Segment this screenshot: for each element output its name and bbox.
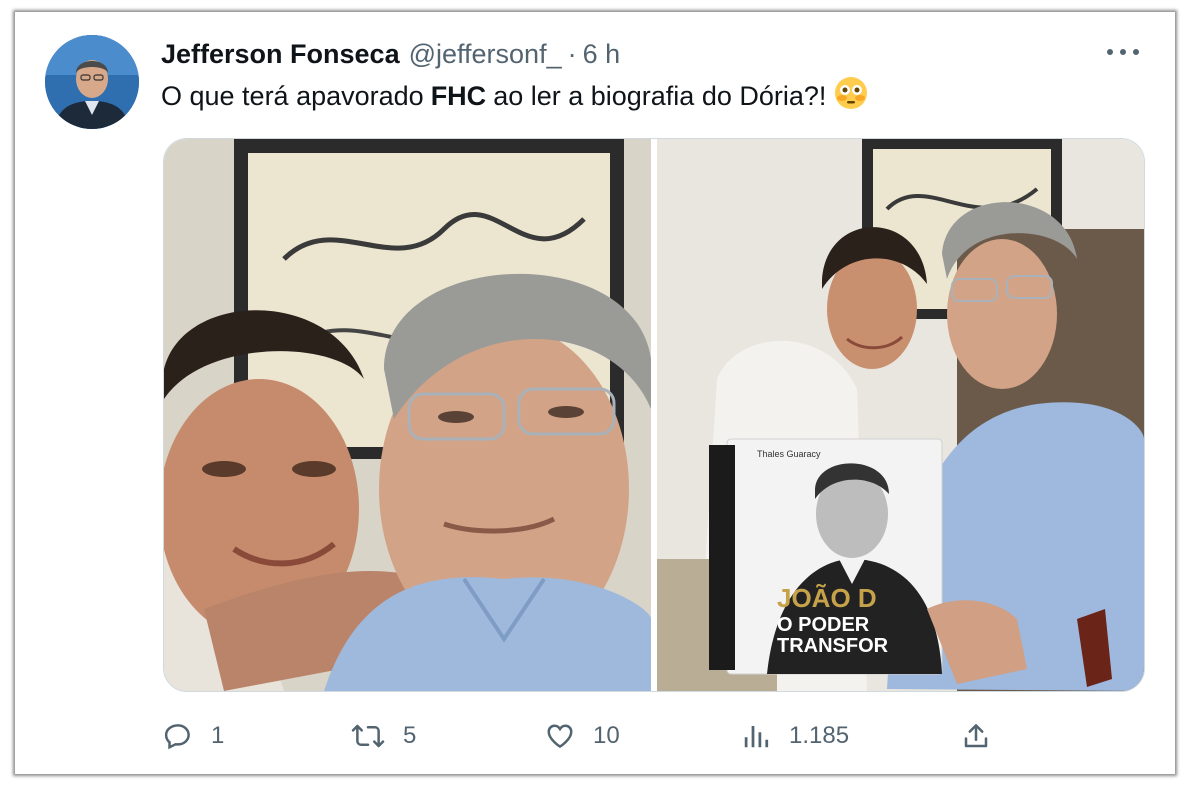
views-icon bbox=[744, 726, 769, 748]
tweet-media[interactable]: Thales Guaracy JOÃO D O PODER TRANSFOR bbox=[163, 138, 1145, 692]
book-author-text: Thales Guaracy bbox=[757, 449, 821, 459]
tweet-text: O que terá apavorado FHC ao ler a biogra… bbox=[161, 76, 868, 117]
photo-reading-image: Thales Guaracy JOÃO D O PODER TRANSFOR bbox=[657, 139, 1144, 691]
book-title-line2: O PODER bbox=[777, 614, 870, 636]
share-button[interactable] bbox=[961, 716, 991, 756]
retweet-icon bbox=[351, 724, 385, 748]
share-icon bbox=[964, 724, 988, 748]
tweet-actions: 1 5 10 1.185 bbox=[163, 716, 995, 756]
tweet-text-part: ao ler a biografia do Dória?! bbox=[493, 81, 827, 111]
like-count: 10 bbox=[593, 722, 620, 749]
tweet-header: Jefferson Fonseca @jeffersonf_ · 6 h bbox=[161, 36, 1135, 72]
reply-button[interactable]: 1 bbox=[163, 716, 224, 756]
media-photo-2[interactable]: Thales Guaracy JOÃO D O PODER TRANSFOR bbox=[657, 139, 1144, 691]
tweet-timestamp[interactable]: 6 h bbox=[583, 39, 621, 70]
photo-closeup-image bbox=[164, 139, 651, 691]
author-name[interactable]: Jefferson Fonseca bbox=[161, 39, 400, 70]
tweet-text-part: O que terá apavorado bbox=[161, 81, 424, 111]
book-title-line3: TRANSFOR bbox=[777, 635, 889, 657]
tweet-card[interactable]: Jefferson Fonseca @jeffersonf_ · 6 h O q… bbox=[15, 12, 1175, 774]
reply-count: 1 bbox=[211, 722, 225, 749]
views-count: 1.185 bbox=[789, 722, 850, 749]
media-photo-1[interactable] bbox=[164, 139, 651, 691]
author-avatar[interactable] bbox=[45, 35, 139, 129]
book-title-line1: JOÃO D bbox=[777, 583, 877, 613]
retweet-button[interactable]: 5 bbox=[351, 716, 416, 756]
more-options-icon[interactable] bbox=[1107, 38, 1139, 66]
retweet-count: 5 bbox=[403, 722, 417, 749]
avatar-image bbox=[45, 35, 139, 129]
heart-icon bbox=[547, 724, 573, 749]
reply-icon bbox=[164, 724, 190, 750]
separator-dot: · bbox=[567, 38, 577, 69]
views-button[interactable]: 1.185 bbox=[741, 716, 849, 756]
like-button[interactable]: 10 bbox=[545, 716, 620, 756]
author-handle[interactable]: @jeffersonf_ bbox=[409, 39, 562, 70]
tweet-text-bold: FHC bbox=[430, 81, 487, 111]
flushed-face-emoji-icon bbox=[834, 76, 868, 117]
